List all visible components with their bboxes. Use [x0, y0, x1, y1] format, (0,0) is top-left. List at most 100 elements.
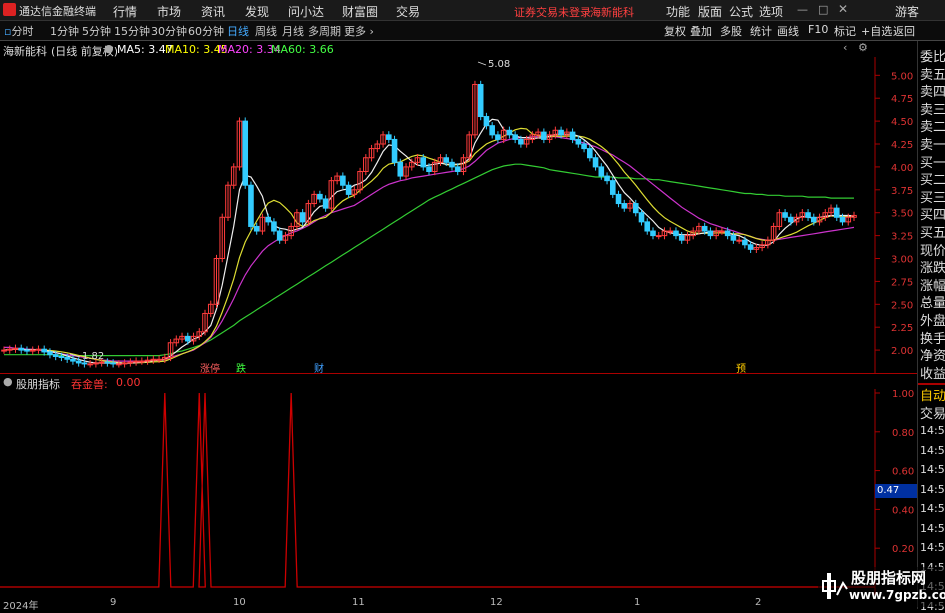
quote-label: 收益 — [920, 366, 945, 382]
login-status[interactable]: 证券交易未登录 — [514, 4, 591, 20]
candle-body — [512, 134, 518, 140]
candle-body — [805, 212, 811, 218]
candle-body — [156, 358, 162, 361]
candle-body — [271, 221, 277, 232]
price-tick-label: 2.75 — [891, 277, 913, 288]
back-button[interactable]: 返回 — [893, 23, 915, 39]
period-tab-daily[interactable]: 日线 — [227, 23, 249, 39]
trade-label[interactable]: 交易 — [920, 403, 945, 422]
candle-body — [839, 216, 846, 223]
candle-body — [420, 157, 427, 168]
tick-time: 14:56 — [920, 521, 945, 535]
f10-button[interactable]: F10 — [808, 23, 828, 36]
quote-label: 现价 — [920, 243, 945, 259]
stats-button[interactable]: 统计 — [750, 23, 772, 39]
quote-label: 卖三 — [920, 102, 945, 118]
candle-body — [483, 116, 490, 127]
quote-side-panel: 委比 卖五 卖四 卖三 卖二 卖一 买一 买二 买三 买四 买五 现价 涨跌 涨幅 总量 外盘 换手 净资 收益 自… — [917, 41, 945, 613]
menu-item-news[interactable]: 资讯 — [201, 3, 225, 20]
menu-item-function[interactable]: 功能 — [666, 3, 690, 20]
candle-body — [810, 216, 817, 223]
candle-body — [265, 216, 271, 223]
indicator-settings-icon[interactable]: ● — [3, 375, 13, 388]
candle-body — [6, 348, 13, 351]
candle-body — [345, 184, 352, 195]
period-tab-1min[interactable]: 1分钟 — [50, 23, 79, 39]
quote-label: 卖四 — [920, 85, 945, 101]
menu-item-options[interactable]: 选项 — [759, 3, 783, 20]
panel-separator[interactable] — [0, 373, 917, 374]
user-label[interactable]: 游客 — [895, 3, 919, 20]
period-tab-more[interactable]: 更多 › — [344, 23, 374, 39]
draw-line-button[interactable]: 画线 — [777, 23, 799, 39]
time-label-year: 2024年 — [3, 601, 39, 612]
menu-item-formula[interactable]: 公式 — [729, 3, 753, 20]
candle-body — [184, 335, 191, 342]
menu-item-markets[interactable]: 市场 — [157, 3, 181, 20]
indicator-chart[interactable]: 1.00 0.80 0.60 0.40 0.20 — [0, 389, 917, 595]
period-tab-15min[interactable]: 15分钟 — [114, 23, 150, 39]
menu-item-discover[interactable]: 发现 — [245, 3, 269, 20]
indicator-tick-label: 0.80 — [892, 428, 914, 439]
minimize-icon[interactable]: — — [797, 3, 808, 16]
candle-body — [495, 134, 501, 140]
period-tab-multi[interactable]: 多周期 — [308, 23, 341, 39]
candle-body — [253, 225, 260, 232]
price-tick-label: 4.75 — [891, 94, 913, 105]
period-label: 分时 — [11, 25, 34, 38]
indicator-info-bar: ● 股朋指标 吞金兽: 0.00 — [0, 375, 400, 391]
price-tick-label: 4.50 — [891, 117, 913, 128]
period-tab-weekly[interactable]: 周线 — [255, 23, 277, 39]
candle-body — [104, 361, 111, 364]
watermark-logo — [822, 573, 848, 599]
price-tick-label: 3.75 — [891, 186, 913, 197]
add-watchlist-button[interactable]: +自选 — [861, 23, 892, 39]
adjust-button[interactable]: 复权 — [664, 23, 686, 39]
candle-body — [340, 175, 346, 186]
time-label-oct: 10 — [233, 597, 246, 608]
status-stock[interactable]: 海新能科 — [590, 4, 634, 20]
period-tab-intraday[interactable]: ▫分时 — [4, 23, 33, 39]
candle-body — [426, 166, 432, 172]
menu-item-wealth[interactable]: 财富圈 — [342, 3, 378, 20]
maximize-icon[interactable]: □ — [818, 3, 828, 16]
menu-item-layout[interactable]: 版面 — [698, 3, 722, 20]
period-tab-5min[interactable]: 5分钟 — [82, 23, 111, 39]
multi-stock-button[interactable]: 多股 — [720, 23, 742, 39]
candle-body — [75, 360, 82, 364]
candle-body — [609, 180, 616, 195]
indicator-tick-label: 1.00 — [892, 389, 914, 400]
candle-body — [788, 216, 794, 223]
mark-button[interactable]: 标记 — [834, 23, 856, 39]
period-tab-30min[interactable]: 30分钟 — [151, 23, 187, 39]
time-label-jan: 1 — [634, 597, 641, 608]
price-tick-label: 5.00 — [891, 71, 913, 82]
ma5-line — [3, 118, 855, 364]
overlay-button[interactable]: 叠加 — [690, 23, 712, 39]
app-logo-icon — [3, 3, 16, 16]
time-label-feb: 2 — [755, 597, 762, 608]
indicator-current-value-box: 0.47 — [875, 484, 917, 498]
candle-body — [133, 360, 139, 363]
quote-label: 买四 — [920, 208, 945, 224]
menu-item-trade[interactable]: 交易 — [396, 3, 420, 20]
candle-body — [242, 120, 249, 186]
prev-chart-icon[interactable]: ‹ — [843, 41, 847, 54]
quote-label: 外盘 — [920, 314, 945, 329]
settings-gear-icon[interactable]: ⚙ — [858, 41, 868, 54]
candle-body — [29, 349, 36, 352]
price-chart[interactable]: 5.00 4.75 4.50 4.25 4.00 3.75 3.50 3.25 3.00 2.75… — [0, 57, 917, 373]
price-tick-label: 3.00 — [891, 255, 913, 266]
auto-label[interactable]: 自动 — [920, 385, 945, 404]
menu-item-ask[interactable]: 问小达 — [288, 3, 324, 20]
settings-circle-icon[interactable]: ● — [104, 42, 114, 55]
quote-label: 买五 — [920, 226, 945, 241]
period-tab-60min[interactable]: 60分钟 — [188, 23, 224, 39]
period-tab-monthly[interactable]: 月线 — [282, 23, 304, 39]
candle-body — [322, 198, 329, 209]
quote-label: 买二 — [920, 173, 945, 189]
menu-item-market[interactable]: 行情 — [113, 3, 137, 20]
candle-body — [127, 361, 134, 364]
close-icon[interactable]: ✕ — [838, 2, 848, 16]
candle-body — [98, 361, 105, 364]
